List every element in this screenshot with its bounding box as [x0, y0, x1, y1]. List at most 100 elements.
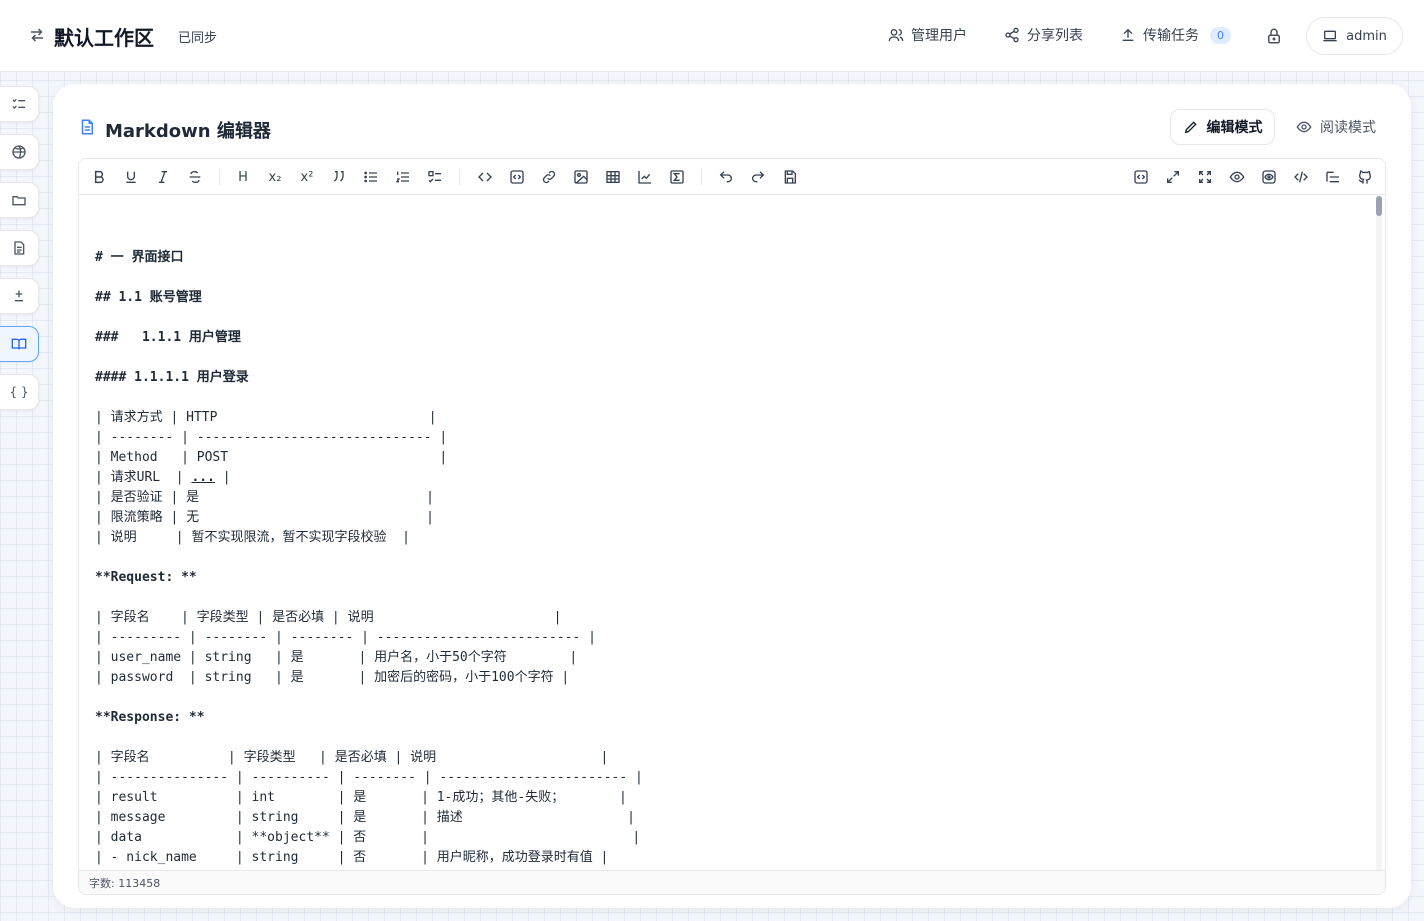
md-line: | user_name | string | 是 | 用户名，小于50个字符 | — [95, 650, 578, 665]
editor-textarea[interactable]: # 一 界面接口 ## 1.1 账号管理 ### 1.1.1 用户管理 ####… — [79, 196, 1377, 870]
table-button[interactable] — [603, 167, 623, 187]
bold-icon — [94, 170, 104, 184]
editor-scrollbar-track[interactable] — [1376, 196, 1382, 870]
code-block-button[interactable] — [507, 167, 527, 187]
heading-button[interactable]: H — [233, 167, 253, 187]
rail-item-network[interactable] — [0, 134, 39, 170]
manage-users-button[interactable]: 管理用户 — [888, 24, 967, 46]
md-line: | Method | POST | — [95, 450, 448, 465]
url-link[interactable]: ... — [191, 470, 214, 485]
md-line: | data | **object** | 否 | | — [95, 830, 641, 845]
underline-icon — [126, 171, 136, 183]
folder-icon — [12, 196, 26, 206]
bold-button[interactable] — [89, 167, 109, 187]
superscript-button[interactable]: x² — [297, 167, 317, 187]
user-menu-button[interactable]: admin — [1306, 17, 1403, 55]
catalog-button[interactable] — [1323, 167, 1343, 187]
editor-toolbar: H x₂ x² — [79, 159, 1385, 195]
book-open-icon — [11, 338, 27, 350]
bullet-list-icon — [364, 171, 377, 183]
rail-item-markdown[interactable] — [0, 326, 39, 362]
expand-button[interactable] — [1163, 167, 1183, 187]
share-list-button[interactable]: 分享列表 — [1004, 24, 1083, 46]
sync-status: 已同步 — [178, 31, 218, 46]
inline-code-button[interactable] — [475, 167, 495, 187]
md-line: | password | string | 是 | 加密后的密码，小于100个字… — [95, 670, 570, 685]
globe-icon — [12, 145, 26, 159]
switch-workspace-icon[interactable] — [28, 26, 46, 44]
md-line: | 字段名 | 字段类型 | 是否必填 | 说明 | — [95, 610, 562, 625]
preview-only-button[interactable] — [1259, 167, 1279, 187]
lock-icon[interactable] — [1265, 27, 1283, 45]
save-button[interactable] — [780, 167, 800, 187]
toolbar-divider — [459, 169, 460, 185]
subscript-button[interactable]: x₂ — [265, 167, 285, 187]
link-button[interactable] — [539, 167, 559, 187]
editor-scrollbar-thumb[interactable] — [1376, 196, 1382, 216]
source-code-icon — [1134, 170, 1148, 184]
rail-item-json[interactable]: { } — [0, 374, 39, 410]
eye-box-icon — [1262, 170, 1276, 184]
toolbar-divider — [219, 169, 220, 185]
md-line: **Request: ** — [95, 570, 197, 585]
fullscreen-button[interactable] — [1195, 167, 1215, 187]
document-icon — [14, 241, 25, 255]
edit-mode-button[interactable]: 编辑模式 — [1170, 109, 1275, 145]
ordered-list-button[interactable] — [393, 167, 413, 187]
github-button[interactable] — [1355, 167, 1375, 187]
rail-item-diff[interactable] — [0, 278, 39, 314]
eye-icon — [1229, 171, 1245, 183]
superscript-icon: x² — [300, 169, 314, 185]
html-preview-button[interactable] — [1291, 167, 1311, 187]
word-count: 字数: 113458 — [79, 870, 1385, 894]
chart-icon — [638, 171, 651, 184]
md-line: # 一 界面接口 — [95, 250, 184, 265]
md-line: | message | string | 是 | 描述 | — [95, 810, 635, 825]
source-code-button[interactable] — [1131, 167, 1151, 187]
undo-button[interactable] — [716, 167, 736, 187]
md-line: | - nick_name | string | 否 | 用户昵称，成功登录时有… — [95, 850, 609, 865]
transfer-tasks-button[interactable]: 传输任务 0 — [1120, 24, 1231, 46]
italic-button[interactable] — [153, 167, 173, 187]
markdown-file-icon — [78, 117, 96, 137]
chart-button[interactable] — [635, 167, 655, 187]
quote-icon — [333, 171, 344, 182]
eye-icon — [1296, 121, 1312, 133]
subscript-icon: x₂ — [268, 169, 282, 185]
md-line: | --------------- | ---------- | -------… — [95, 770, 643, 785]
rail-item-documents[interactable] — [0, 230, 39, 266]
redo-icon — [752, 171, 765, 183]
md-line: ## 1.1 账号管理 — [95, 290, 202, 305]
toolbar-divider — [701, 169, 702, 185]
user-name: admin — [1346, 28, 1387, 44]
image-button[interactable] — [571, 167, 591, 187]
quote-button[interactable] — [329, 167, 349, 187]
strikethrough-icon — [189, 170, 201, 184]
redo-button[interactable] — [748, 167, 768, 187]
formula-button[interactable] — [667, 167, 687, 187]
md-line: | -------- | ---------------------------… — [95, 430, 448, 445]
preview-button[interactable] — [1227, 167, 1247, 187]
rail-item-outline[interactable] — [0, 86, 39, 122]
upload-icon — [1122, 28, 1134, 41]
ordered-list-icon — [395, 171, 409, 183]
strikethrough-button[interactable] — [185, 167, 205, 187]
undo-icon — [719, 171, 732, 183]
top-header: 默认工作区 已同步 管理用户 分享列表 传输任务 0 admin — [0, 0, 1424, 72]
underline-button[interactable] — [121, 167, 141, 187]
sigma-icon — [670, 170, 684, 184]
md-line: | --------- | -------- | -------- | ----… — [95, 630, 596, 645]
bullet-list-button[interactable] — [361, 167, 381, 187]
md-line: | 请求方式 | HTTP | — [95, 410, 437, 425]
md-line: **Response: ** — [95, 710, 205, 725]
page-title: Markdown 编辑器 — [105, 121, 271, 142]
transfer-tasks-label: 传输任务 — [1143, 28, 1199, 44]
code-block-icon — [510, 170, 524, 184]
share-list-label: 分享列表 — [1027, 28, 1083, 44]
read-mode-button[interactable]: 阅读模式 — [1286, 109, 1386, 145]
md-line: ### 1.1.1 用户管理 — [95, 330, 241, 345]
task-list-button[interactable] — [425, 167, 445, 187]
share-icon — [1005, 27, 1019, 43]
manage-users-label: 管理用户 — [911, 28, 967, 44]
rail-item-files[interactable] — [0, 182, 39, 218]
